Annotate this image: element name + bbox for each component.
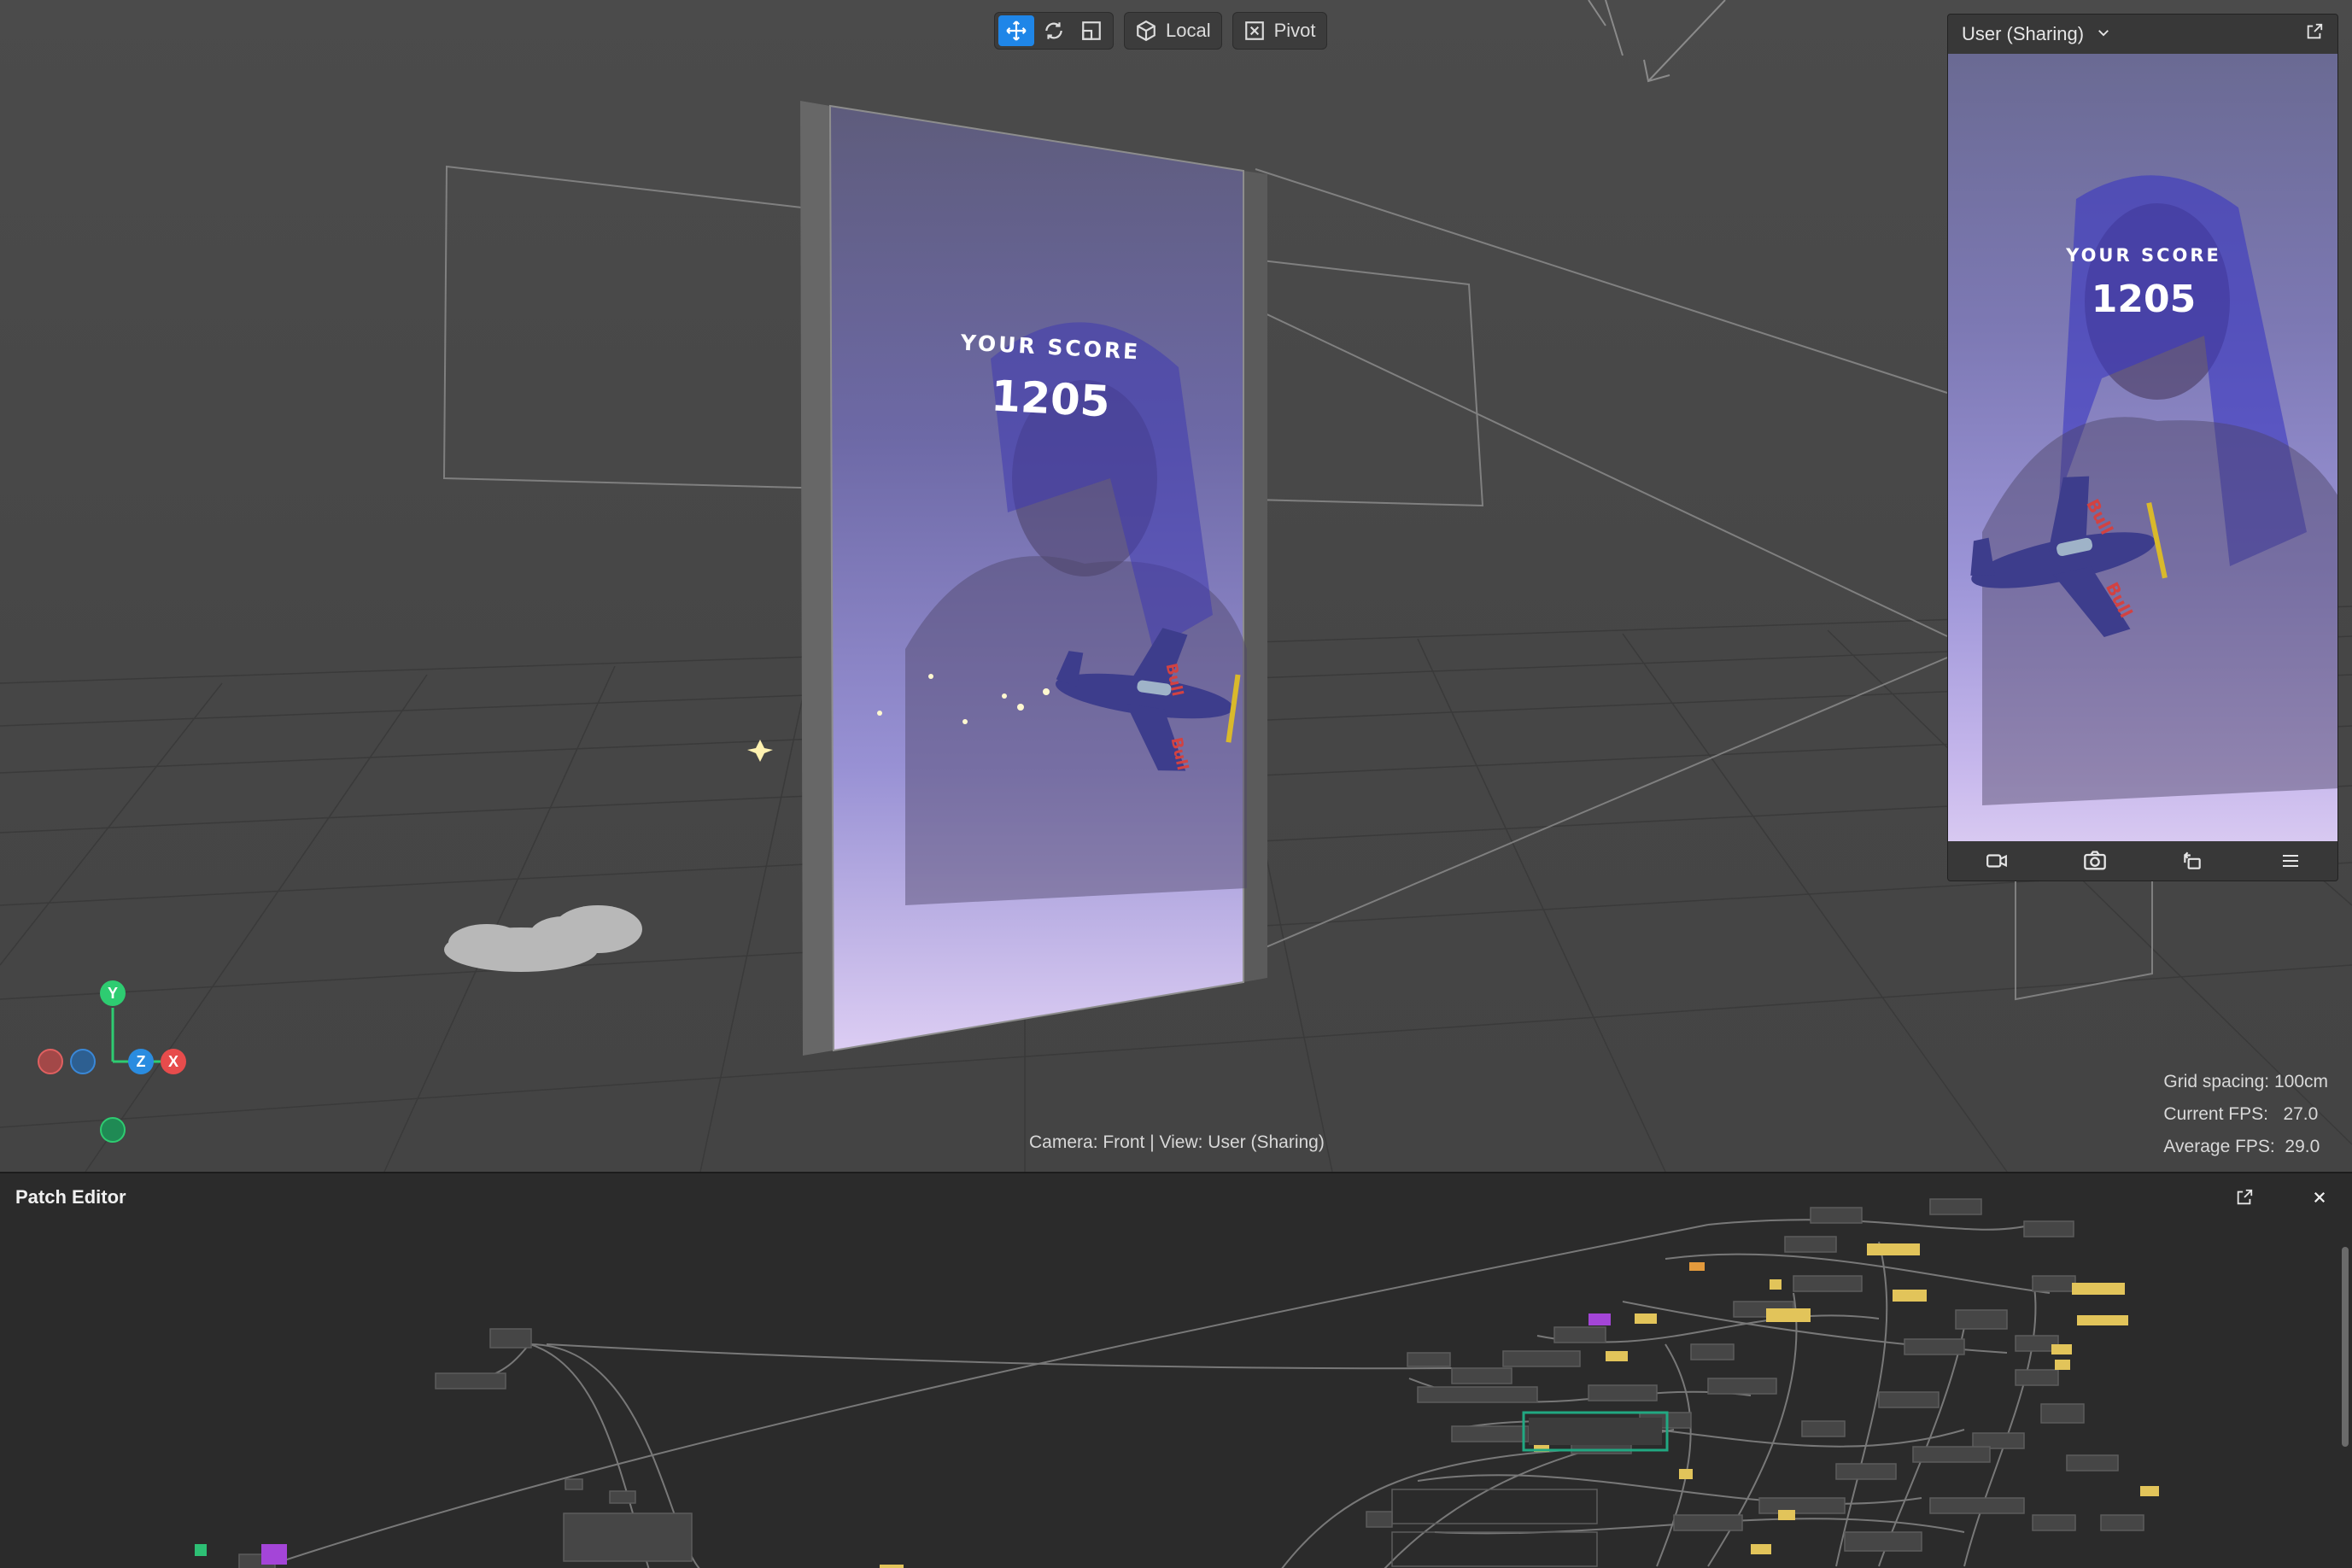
pop-out-icon[interactable] (2305, 22, 2324, 46)
pivot-label: Pivot (1273, 20, 1316, 41)
space-toggle-group: Local (1124, 12, 1222, 50)
move-icon (1006, 20, 1027, 41)
screenshot-icon[interactable] (2082, 848, 2108, 874)
pop-out-icon[interactable] (2227, 1180, 2261, 1214)
patch-purple-node-2 (261, 1544, 287, 1565)
pivot-toggle-group: Pivot (1232, 12, 1327, 50)
move-tool-button[interactable] (998, 15, 1034, 46)
patch-editor-scrollbar[interactable] (2342, 1247, 2349, 1447)
rotate-icon (1045, 22, 1062, 39)
patch-purple-node (1588, 1313, 1611, 1325)
scene-viewport[interactable]: Bull Bull YOUR SCORE 1205 Local Pivot Us… (0, 0, 2352, 1172)
patch-editor-title: Patch Editor (15, 1186, 126, 1208)
transform-mode-group (994, 12, 1114, 50)
axis-z-handle[interactable]: Z (128, 1049, 154, 1074)
scale-tool-button[interactable] (1074, 15, 1109, 46)
preview-footer (1948, 841, 2337, 881)
preview-camera-feed: Bull Bull (1970, 175, 2337, 805)
patch-orange-node (1689, 1262, 1705, 1271)
preview-score-label: YOUR SCORE (2066, 245, 2221, 266)
preview-header: User (Sharing) (1948, 15, 2337, 54)
patch-editor-panel[interactable]: Patch Editor (0, 1172, 2352, 1568)
grid-spacing-text: Grid spacing: 100cm (2163, 1072, 2328, 1091)
patch-selected-node-body (1529, 1418, 1662, 1445)
local-space-label: Local (1166, 20, 1211, 41)
rotate-tool-button[interactable] (1036, 15, 1072, 46)
local-space-button[interactable]: Local (1128, 15, 1218, 46)
preview-device-select[interactable]: User (Sharing) (1962, 23, 2084, 45)
axis-neg-x-handle[interactable] (38, 1049, 63, 1074)
patch-graph-canvas[interactable] (0, 1173, 2352, 1568)
rotate-device-icon[interactable] (2179, 848, 2205, 874)
camera-frustum (442, 106, 2153, 1001)
particle-emitter (747, 740, 773, 762)
patch-editor-header: Patch Editor (0, 1173, 2352, 1221)
axis-x-handle[interactable]: X (161, 1049, 186, 1074)
axis-y-handle[interactable]: Y (100, 980, 126, 1006)
close-icon[interactable] (2302, 1180, 2337, 1214)
cube-icon (1137, 20, 1156, 42)
preview-screen[interactable]: Bull Bull YOUR SCORE 1205 (1948, 54, 2337, 843)
menu-icon[interactable] (2278, 848, 2303, 874)
preview-score-value: 1205 (2091, 278, 2197, 321)
patch-green-node (195, 1544, 207, 1556)
pivot-button[interactable]: Pivot (1237, 15, 1323, 46)
axis-neg-z-handle[interactable] (70, 1049, 96, 1074)
patch-nodes (238, 1198, 2144, 1568)
transform-toolbar: Local Pivot (994, 12, 1327, 50)
chevron-down-icon[interactable] (2096, 23, 2111, 45)
pivot-icon (1244, 21, 1264, 40)
average-fps-text: Average FPS: 29.0 (2163, 1137, 2320, 1156)
phone-object: Bull Bull (800, 101, 1267, 1056)
scene-score-value: 1205 (989, 371, 1112, 427)
axis-neg-y-handle[interactable] (100, 1117, 126, 1143)
scale-icon (1082, 21, 1101, 40)
light-arrows (1588, 0, 1726, 83)
simulator-preview-panel[interactable]: User (Sharing) Bull Bull YOUR SCORE 1205 (1947, 14, 2338, 881)
viewport-stats: Grid spacing: 100cm Current FPS: 27.0 Av… (2163, 1066, 2328, 1163)
patch-value-nodes (880, 1243, 2159, 1568)
cloud-model (444, 905, 642, 972)
video-camera-icon[interactable] (1984, 848, 2010, 874)
camera-info-text: Camera: Front | View: User (Sharing) (1029, 1132, 1325, 1152)
current-fps-text: Current FPS: 27.0 (2163, 1104, 2319, 1124)
